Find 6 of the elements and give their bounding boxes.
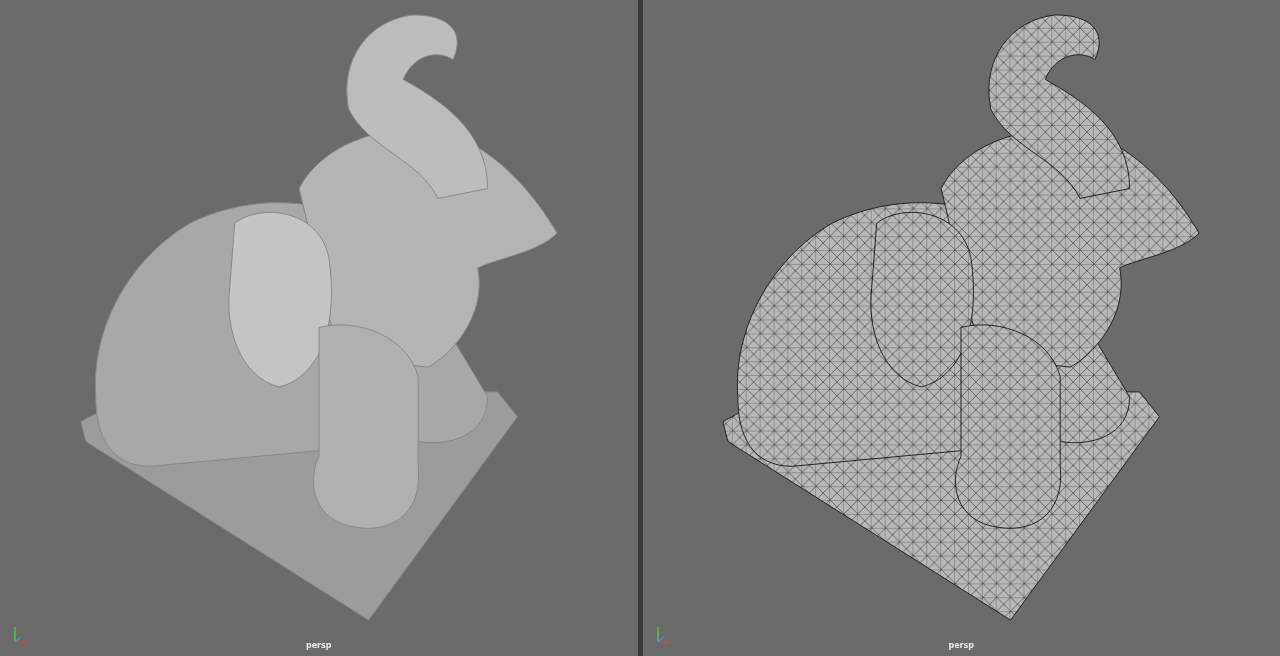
- camera-label: persp: [305, 640, 332, 650]
- viewport-panel[interactable]: persp: [0, 0, 638, 656]
- viewport-panel[interactable]: persp: [642, 0, 1280, 656]
- axis-icon: [654, 624, 671, 644]
- axis-icon: [12, 624, 28, 644]
- camera-label: persp: [948, 640, 975, 650]
